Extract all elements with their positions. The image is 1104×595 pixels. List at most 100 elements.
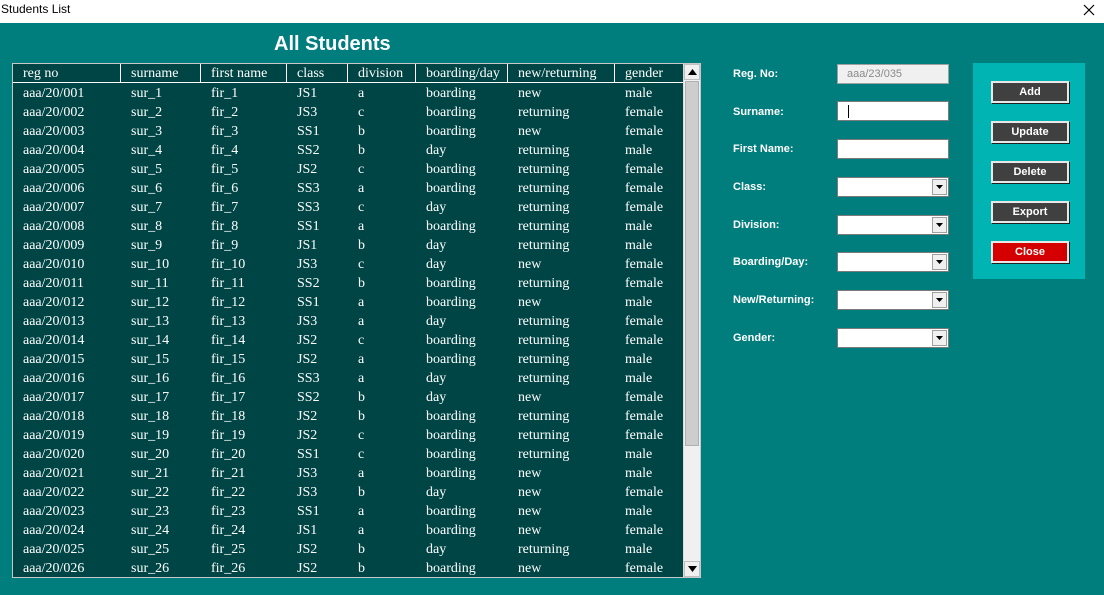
cell-reg-no: aaa/20/005: [23, 162, 85, 177]
table-row[interactable]: aaa/20/003 sur_3 fir_3 SS1 b boarding new femal…: [13, 122, 683, 141]
column-header-reg-no[interactable]: reg no: [13, 64, 121, 83]
cell-first-name: fir_19: [211, 428, 246, 443]
table-row[interactable]: aaa/20/006 sur_6 fir_6 SS3 a boarding returnin…: [13, 179, 683, 198]
cell-boarding-day: boarding: [426, 466, 476, 481]
table-row[interactable]: aaa/20/025 sur_25 fir_25 JS2 b day returning ma…: [13, 540, 683, 559]
cell-first-name: fir_24: [211, 523, 246, 538]
cell-surname: sur_16: [131, 371, 170, 386]
table-row[interactable]: aaa/20/016 sur_16 fir_16 SS3 a day returning ma…: [13, 369, 683, 388]
reg-no-field: aaa/23/035: [837, 64, 949, 84]
cell-gender: female: [625, 124, 664, 139]
table-row[interactable]: aaa/20/007 sur_7 fir_7 SS3 c day returning fema…: [13, 198, 683, 217]
cell-gender: male: [625, 86, 653, 101]
table-row[interactable]: aaa/20/021 sur_21 fir_21 JS3 a boarding new mal…: [13, 464, 683, 483]
chevron-down-icon: [936, 223, 943, 227]
table-row[interactable]: aaa/20/018 sur_18 fir_18 JS2 b boarding return…: [13, 407, 683, 426]
table-row[interactable]: aaa/20/001 sur_1 fir_1 JS1 a boarding new male: [13, 84, 683, 103]
table-row[interactable]: aaa/20/024 sur_24 fir_24 JS1 a boarding new fem…: [13, 521, 683, 540]
chevron-down-icon: [936, 298, 943, 302]
cell-boarding-day: boarding: [426, 276, 476, 291]
cell-division: b: [358, 124, 365, 139]
column-header-gender[interactable]: gender: [615, 64, 683, 83]
table-row[interactable]: aaa/20/005 sur_5 fir_5 JS2 c boarding returnin…: [13, 160, 683, 179]
cell-new-returning: returning: [518, 447, 570, 462]
cell-reg-no: aaa/20/007: [23, 200, 85, 215]
scrollbar-thumb[interactable]: [685, 81, 699, 446]
cell-class: SS1: [297, 447, 320, 462]
column-header-boarding-day[interactable]: boarding/day: [416, 64, 508, 83]
class-dropdown-button[interactable]: [932, 179, 947, 195]
first-name-field[interactable]: [837, 139, 949, 159]
cell-new-returning: returning: [518, 352, 570, 367]
boarding-day-dropdown-button[interactable]: [932, 254, 947, 270]
new-returning-dropdown[interactable]: [837, 290, 949, 310]
cell-gender: male: [625, 295, 653, 310]
division-dropdown[interactable]: [837, 215, 949, 235]
cell-first-name: fir_1: [211, 86, 239, 101]
cell-class: JS3: [297, 257, 318, 272]
scroll-down-button[interactable]: [684, 561, 700, 577]
column-header-division[interactable]: division: [348, 64, 416, 83]
cell-class: SS1: [297, 219, 320, 234]
table-row[interactable]: aaa/20/020 sur_20 fir_20 SS1 c boarding return…: [13, 445, 683, 464]
table-row[interactable]: aaa/20/011 sur_11 fir_11 SS2 b boarding return…: [13, 274, 683, 293]
new-returning-dropdown-button[interactable]: [932, 292, 947, 308]
surname-field[interactable]: [837, 101, 949, 121]
table-row[interactable]: aaa/20/012 sur_12 fir_12 SS1 a boarding new mal…: [13, 293, 683, 312]
column-header-new-returning[interactable]: new/returning: [508, 64, 615, 83]
cell-reg-no: aaa/20/002: [23, 105, 85, 120]
table-row[interactable]: aaa/20/023 sur_23 fir_23 SS1 a boarding new mal…: [13, 502, 683, 521]
cell-division: a: [358, 86, 365, 101]
cell-boarding-day: boarding: [426, 352, 476, 367]
add-button[interactable]: Add: [991, 81, 1069, 103]
boarding-day-dropdown[interactable]: [837, 252, 949, 272]
cell-division: a: [358, 352, 365, 367]
gender-dropdown-button[interactable]: [932, 330, 947, 346]
cell-first-name: fir_7: [211, 200, 239, 215]
table-row[interactable]: aaa/20/017 sur_17 fir_17 SS2 b day new female: [13, 388, 683, 407]
scroll-up-button[interactable]: [684, 64, 700, 80]
close-icon[interactable]: [1080, 1, 1098, 19]
surname-label: Surname:: [733, 106, 784, 118]
delete-button[interactable]: Delete: [991, 161, 1069, 183]
vertical-scrollbar[interactable]: [683, 64, 700, 577]
cell-surname: sur_9: [131, 238, 163, 253]
column-header-class[interactable]: class: [287, 64, 348, 83]
class-dropdown[interactable]: [837, 177, 949, 197]
export-button[interactable]: Export: [991, 201, 1069, 223]
cell-division: a: [358, 314, 365, 329]
cell-new-returning: new: [518, 390, 542, 405]
table-row[interactable]: aaa/20/013 sur_13 fir_13 JS3 a day returning fe…: [13, 312, 683, 331]
cell-reg-no: aaa/20/006: [23, 181, 85, 196]
table-row[interactable]: aaa/20/002 sur_2 fir_2 JS3 c boarding returnin…: [13, 103, 683, 122]
table-row[interactable]: aaa/20/009 sur_9 fir_9 JS1 b day returning male: [13, 236, 683, 255]
table-row[interactable]: aaa/20/004 sur_4 fir_4 SS2 b day returning male: [13, 141, 683, 160]
cell-reg-no: aaa/20/018: [23, 409, 85, 424]
table-row[interactable]: aaa/20/010 sur_10 fir_10 JS3 c day new female: [13, 255, 683, 274]
table-row[interactable]: aaa/20/026 sur_26 fir_26 JS2 b boarding new fem…: [13, 559, 683, 577]
cell-boarding-day: boarding: [426, 162, 476, 177]
table-row[interactable]: aaa/20/014 sur_14 fir_14 JS2 c boarding return…: [13, 331, 683, 350]
cell-division: c: [358, 447, 365, 462]
list-header: reg no surname first name class division…: [13, 64, 683, 83]
cell-class: SS1: [297, 124, 320, 139]
cell-reg-no: aaa/20/021: [23, 466, 85, 481]
division-dropdown-button[interactable]: [932, 217, 947, 233]
cell-first-name: fir_21: [211, 466, 246, 481]
update-button[interactable]: Update: [991, 121, 1069, 143]
cell-boarding-day: day: [426, 314, 447, 329]
cell-reg-no: aaa/20/003: [23, 124, 85, 139]
table-row[interactable]: aaa/20/015 sur_15 fir_15 JS2 a boarding return…: [13, 350, 683, 369]
cell-new-returning: new: [518, 466, 542, 481]
cell-division: c: [358, 105, 365, 120]
cell-division: c: [358, 162, 365, 177]
table-row[interactable]: aaa/20/022 sur_22 fir_22 JS3 b day new female: [13, 483, 683, 502]
table-row[interactable]: aaa/20/008 sur_8 fir_8 SS1 a boarding returnin…: [13, 217, 683, 236]
column-header-first-name[interactable]: first name: [201, 64, 287, 83]
gender-dropdown[interactable]: [837, 328, 949, 348]
table-row[interactable]: aaa/20/019 sur_19 fir_19 JS2 c boarding return…: [13, 426, 683, 445]
close-button[interactable]: Close: [991, 241, 1069, 263]
students-listbox[interactable]: reg no surname first name class division…: [12, 63, 701, 578]
cell-class: SS3: [297, 371, 320, 386]
column-header-surname[interactable]: surname: [121, 64, 201, 83]
